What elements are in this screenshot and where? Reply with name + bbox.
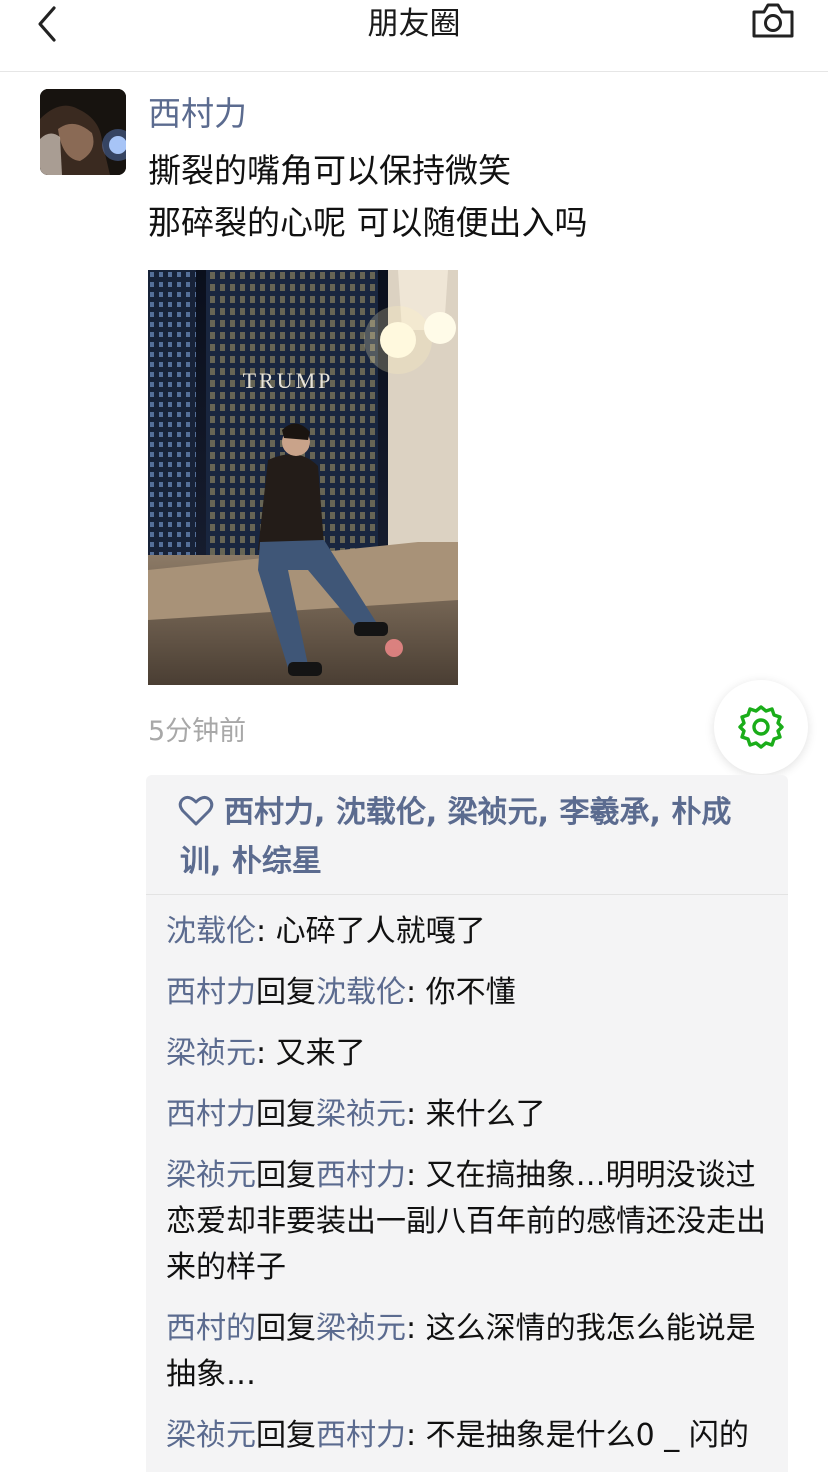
comment-author[interactable]: 梁祯元: [166, 1158, 256, 1193]
avatar[interactable]: [40, 89, 126, 175]
comment-list: 沈载伦: 心碎了人就嘎了 西村力回复沈载伦: 你不懂 梁祯元: 又来了 西村力回…: [166, 909, 776, 1472]
gear-icon: [738, 705, 784, 749]
comment-reply-word: 回复: [256, 975, 316, 1010]
comment-separator: :: [406, 1418, 426, 1453]
comment-reply-word: 回复: [256, 1158, 316, 1193]
post-text-line: 撕裂的嘴角可以保持微笑: [148, 151, 511, 190]
settings-button[interactable]: [714, 680, 808, 774]
likes-names[interactable]: 训, 朴综星: [180, 838, 322, 886]
comment-author[interactable]: 沈载伦: [166, 914, 256, 949]
post-timestamp: 5分钟前: [148, 716, 247, 747]
comment-item[interactable]: 西村力回复沈载伦: 你不懂: [166, 970, 776, 1016]
comment-author[interactable]: 西村力: [166, 1097, 256, 1132]
comment-item[interactable]: 西村力回复梁祯元: 来什么了: [166, 1092, 776, 1138]
comment-reply-to[interactable]: 梁祯元: [316, 1097, 406, 1132]
comment-reply-to[interactable]: 西村力: [316, 1158, 406, 1193]
comment-reply-word: 回复: [256, 1097, 316, 1132]
comment-item[interactable]: 沈载伦: 心碎了人就嘎了: [166, 909, 776, 955]
comment-text: 又来了: [275, 1036, 366, 1071]
camera-button[interactable]: [750, 2, 796, 40]
post-text: 撕裂的嘴角可以保持微笑 那碎裂的心呢 可以随便出入吗: [148, 145, 768, 249]
comment-author[interactable]: 西村的: [166, 1311, 256, 1346]
comment-separator: :: [256, 914, 276, 949]
heart-icon: [178, 795, 214, 826]
comment-author[interactable]: 梁祯元: [166, 1036, 256, 1071]
comment-item[interactable]: 梁祯元: 又来了: [166, 1031, 776, 1077]
comment-separator: :: [406, 1311, 426, 1346]
comment-text: 不是抽象是什么0 _ 闪的: [425, 1418, 749, 1453]
post-text-line: 那碎裂的心呢 可以随便出入吗: [148, 203, 588, 242]
camera-icon: [752, 3, 794, 38]
likes-section: 西村力, 沈载伦, 梁祯元, 李羲承, 朴成 训, 朴综星: [146, 775, 788, 895]
comment-text: 来什么了: [425, 1097, 546, 1132]
post-author[interactable]: 西村力: [148, 93, 247, 135]
comment-author[interactable]: 梁祯元: [166, 1418, 256, 1453]
comment-reply-to[interactable]: 沈载伦: [316, 975, 406, 1010]
comment-reply-to[interactable]: 西村力: [316, 1418, 406, 1453]
comment-reply-word: 回复: [256, 1311, 316, 1346]
comment-separator: :: [406, 975, 426, 1010]
comment-reply-word: 回复: [256, 1418, 316, 1453]
comment-separator: :: [406, 1158, 426, 1193]
comment-author[interactable]: 西村力: [166, 975, 256, 1010]
comment-reply-to[interactable]: 梁祯元: [316, 1311, 406, 1346]
building-sign: TRUMP: [243, 368, 334, 393]
top-bar: 朋友圈: [0, 0, 828, 72]
comment-separator: :: [406, 1097, 426, 1132]
comment-text: 你不懂: [425, 975, 516, 1010]
likes-names[interactable]: 西村力, 沈载伦, 梁祯元, 李羲承, 朴成: [224, 789, 731, 837]
comment-item[interactable]: 梁祯元回复西村力: 不是抽象是什么0 _ 闪的: [166, 1413, 776, 1459]
comment-text: 心碎了人就嘎了: [275, 914, 486, 949]
comment-item[interactable]: 西村的回复梁祯元: 这么深情的我怎么能说是抽象…: [166, 1306, 776, 1398]
page-title: 朋友圈: [367, 6, 461, 42]
interaction-panel: 西村力, 沈载伦, 梁祯元, 李羲承, 朴成 训, 朴综星 沈载伦: 心碎了人就…: [146, 775, 788, 1472]
comment-separator: :: [256, 1036, 276, 1071]
comment-item[interactable]: 梁祯元回复西村力: 又在搞抽象…明明没谈过恋爱却非要装出一副八百年前的感情还没走…: [166, 1153, 776, 1291]
post-photo[interactable]: TRUMP: [148, 270, 458, 685]
